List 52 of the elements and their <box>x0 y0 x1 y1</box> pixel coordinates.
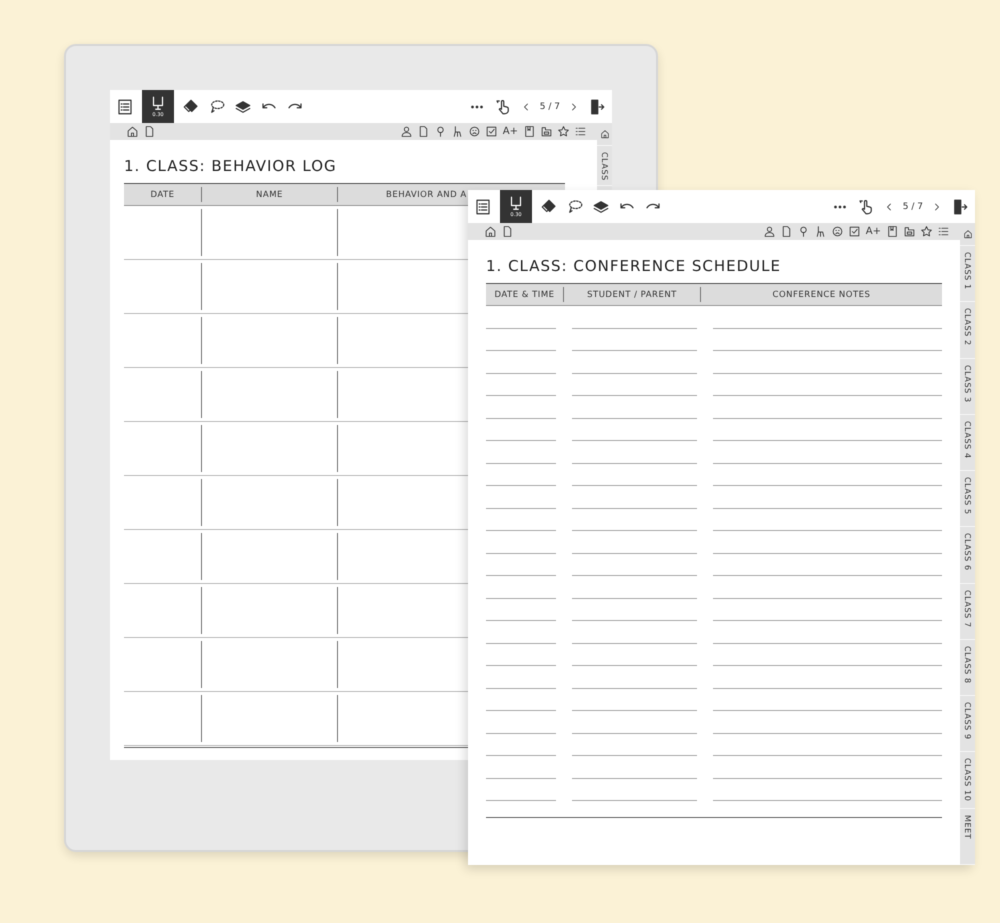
column-header: CONFERENCE NOTES <box>772 288 872 302</box>
exit-icon[interactable] <box>951 198 969 216</box>
star-icon[interactable] <box>920 225 933 238</box>
column-header: NAME <box>202 187 338 202</box>
side-tab[interactable]: CLASS 8 <box>960 640 975 696</box>
touch-icon[interactable] <box>494 98 512 116</box>
side-tab[interactable]: CLASS 2 <box>960 302 975 359</box>
menu-icon[interactable] <box>474 198 492 216</box>
page-icon[interactable] <box>143 125 156 138</box>
person-icon[interactable] <box>762 225 776 238</box>
checkbox-icon[interactable] <box>484 125 498 138</box>
book-icon[interactable] <box>523 125 536 138</box>
home-icon[interactable] <box>962 229 972 239</box>
list-icon[interactable] <box>937 225 950 238</box>
side-tab[interactable]: CLASS 1 <box>960 246 975 302</box>
text-size-button[interactable]: A+ <box>502 126 518 137</box>
side-tab[interactable]: CLASS 5 <box>960 471 975 528</box>
page-title: 1. CLASS: BEHAVIOR LOG <box>124 157 338 175</box>
column-header: BEHAVIOR AND A <box>385 188 468 202</box>
text-size-button[interactable]: A+ <box>866 226 881 237</box>
folders-icon[interactable] <box>903 225 916 238</box>
exit-icon[interactable] <box>588 98 606 116</box>
side-tab[interactable]: CLASS 10 <box>960 752 975 809</box>
sad-face-icon[interactable] <box>468 125 481 138</box>
book-icon[interactable] <box>886 225 899 238</box>
side-tab[interactable]: MEET <box>960 808 975 865</box>
page-counter: 5 / 7 <box>540 102 560 112</box>
home-icon[interactable] <box>600 129 610 139</box>
side-tab[interactable]: CLASS 4 <box>960 414 975 472</box>
side-tab[interactable]: CLASS 7 <box>960 584 975 640</box>
home-icon[interactable] <box>126 125 139 138</box>
star-icon[interactable] <box>557 125 570 138</box>
page-icon[interactable] <box>501 225 514 238</box>
person-icon[interactable] <box>400 125 413 138</box>
menu-icon[interactable] <box>116 98 134 116</box>
page-counter: 5 / 7 <box>902 202 923 212</box>
column-header: STUDENT / PARENT <box>564 287 701 302</box>
list-icon[interactable] <box>574 125 587 138</box>
folders-icon[interactable] <box>540 125 553 138</box>
column-header: DATE <box>124 187 202 202</box>
side-tab[interactable]: CLASS 3 <box>960 358 975 415</box>
side-tab[interactable]: CLASS <box>597 146 612 186</box>
home-icon[interactable] <box>484 225 497 238</box>
lasso-icon[interactable] <box>208 98 226 116</box>
side-tab[interactable]: CLASS 6 <box>960 527 975 584</box>
checkbox-icon[interactable] <box>848 225 861 238</box>
column-header: DATE & TIME <box>486 287 564 302</box>
page-title: 1. CLASS: CONFERENCE SCHEDULE <box>486 257 782 275</box>
side-tab[interactable]: CLASS 9 <box>960 696 975 752</box>
sad-face-icon[interactable] <box>830 225 844 238</box>
lasso-icon[interactable] <box>566 198 584 216</box>
touch-icon[interactable] <box>856 198 875 216</box>
